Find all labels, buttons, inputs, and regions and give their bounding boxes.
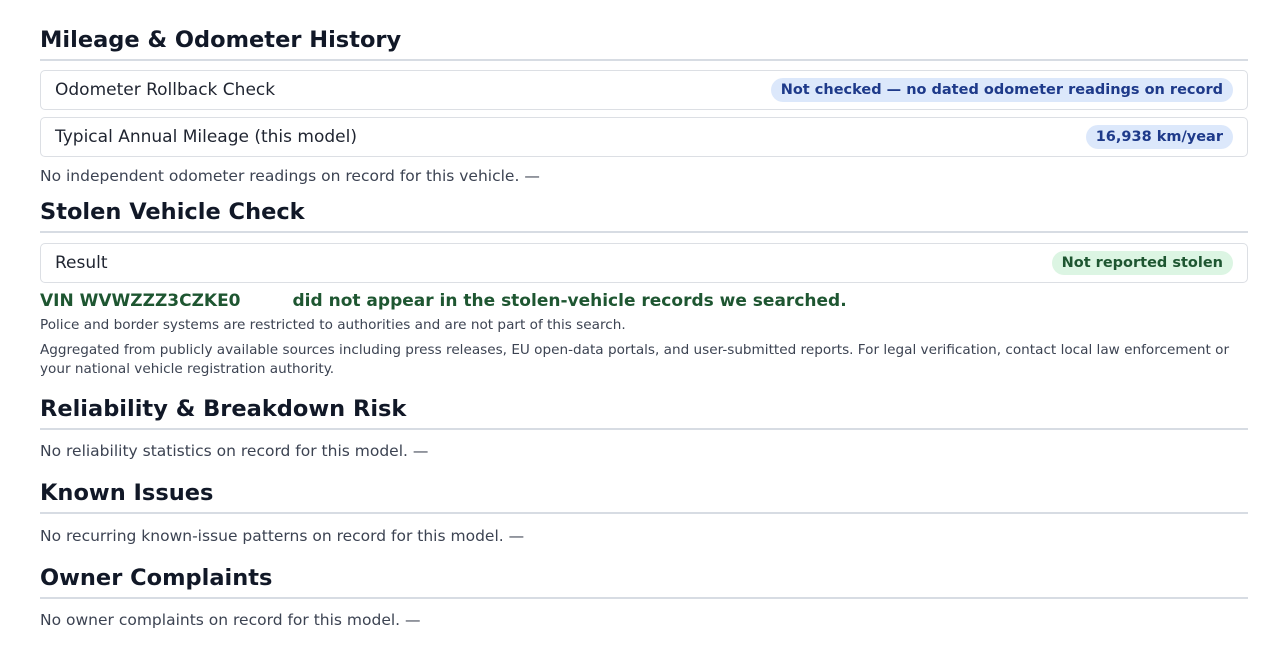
mileage-section-title: Mileage & Odometer History: [40, 26, 1248, 61]
vin-result-message: VIN WVWZZZ3CZKE0 did not appear in the st…: [40, 290, 1248, 312]
odometer-rollback-row: Odometer Rollback Check Not checked — no…: [40, 70, 1248, 110]
stolen-section-title: Stolen Vehicle Check: [40, 198, 1248, 233]
stolen-status-badge: Not reported stolen: [1051, 251, 1233, 275]
reliability-section: Reliability & Breakdown Risk No reliabil…: [40, 395, 1248, 462]
source-note: Aggregated from publicly available sourc…: [40, 342, 1230, 377]
annual-mileage-label: Typical Annual Mileage (this model): [55, 127, 357, 147]
stolen-section: Stolen Vehicle Check Result Not reported…: [40, 198, 1248, 379]
mileage-section: Mileage & Odometer History Odometer Roll…: [40, 26, 1248, 187]
vin-number: VIN WVWZZZ3CZKE0: [40, 291, 241, 311]
vin-message-text: did not appear in the stolen-vehicle rec…: [292, 291, 847, 311]
report-content: Mileage & Odometer History Odometer Roll…: [40, 26, 1248, 631]
known-issues-section-title: Known Issues: [40, 479, 1248, 514]
stolen-result-label: Result: [55, 253, 108, 273]
stolen-result-row: Result Not reported stolen: [40, 243, 1248, 283]
annual-mileage-badge: 16,938 km/year: [1085, 125, 1233, 149]
restriction-note: Police and border systems are restricted…: [40, 317, 626, 333]
odometer-readings-note: No independent odometer readings on reco…: [40, 167, 540, 185]
annual-mileage-row: Typical Annual Mileage (this model) 16,9…: [40, 117, 1248, 157]
complaints-section-title: Owner Complaints: [40, 564, 1248, 599]
odometer-rollback-status-badge: Not checked — no dated odometer readings…: [770, 78, 1233, 102]
reliability-section-title: Reliability & Breakdown Risk: [40, 395, 1248, 430]
odometer-rollback-label: Odometer Rollback Check: [55, 80, 276, 100]
known-issues-section: Known Issues No recurring known-issue pa…: [40, 479, 1248, 547]
complaints-section: Owner Complaints No owner complaints on …: [40, 564, 1248, 631]
report-page: Mileage & Odometer History Odometer Roll…: [0, 0, 1280, 657]
known-issues-note: No recurring known-issue patterns on rec…: [40, 527, 525, 545]
complaints-note: No owner complaints on record for this m…: [40, 611, 421, 629]
reliability-note: No reliability statistics on record for …: [40, 442, 429, 460]
